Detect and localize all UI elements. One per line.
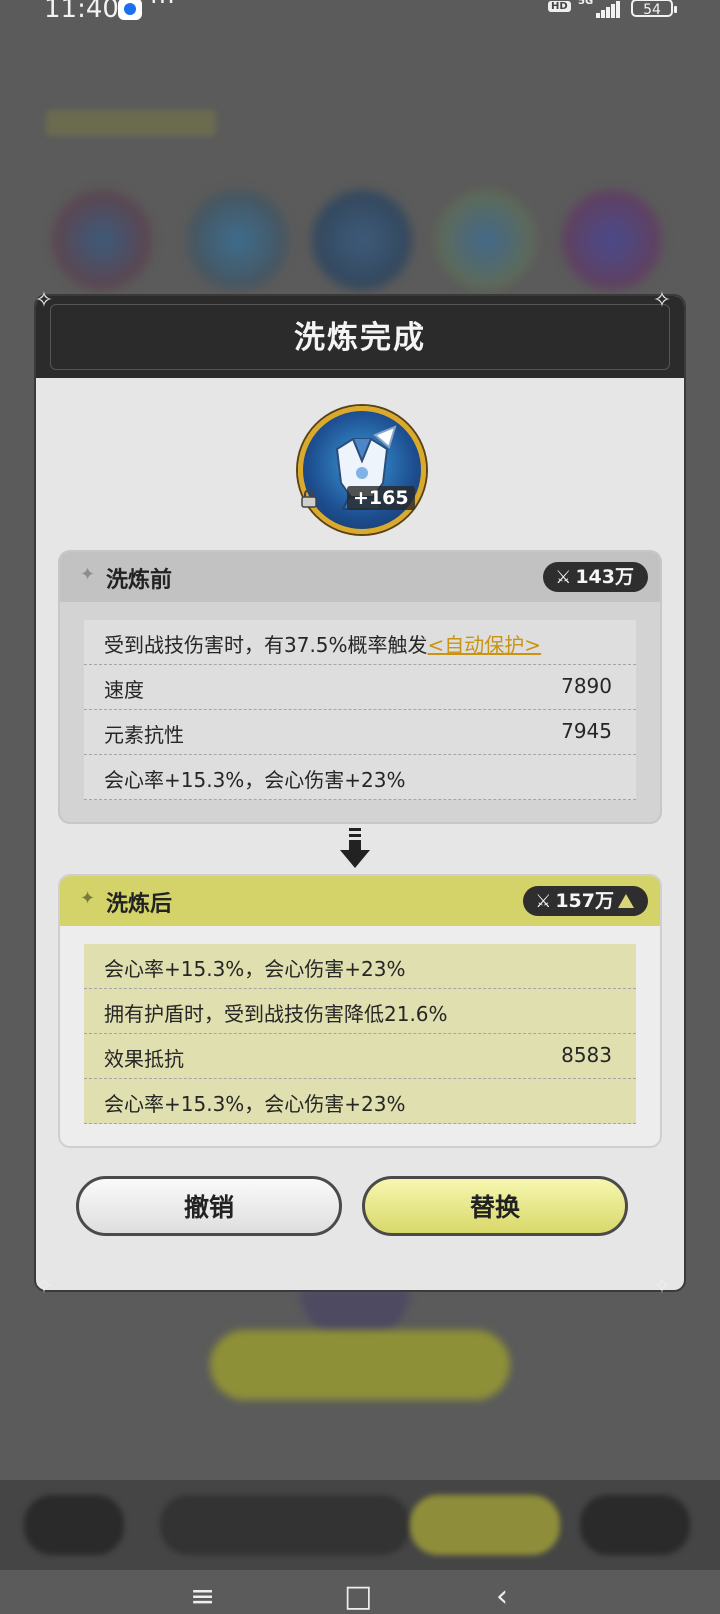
background-dock-3: [410, 1495, 560, 1555]
stat-value: 7890: [561, 674, 612, 698]
sparkle-icon: ✦: [80, 564, 96, 585]
lock-icon: [301, 489, 317, 508]
after-stats-list: 会心率+15.3%，会心伤害+23% 拥有护盾时，受到战技伤害降低21.6% 效…: [84, 944, 636, 1124]
stat-row: 会心率+15.3%，会心伤害+23%: [84, 755, 636, 800]
stat-row: 效果抵抗 8583: [84, 1034, 636, 1079]
stat-value: 8583: [561, 1043, 612, 1067]
stat-label: 受到战技伤害时，有37.5%概率触发<自动保护>: [104, 629, 541, 658]
stat-row: 会心率+15.3%，会心伤害+23%: [84, 1079, 636, 1124]
refine-result-dialog: 洗炼完成 +165 ✦ 洗炼前 ⚔ 143万 受到战技伤害时，有37.5%概率触发…: [36, 296, 684, 1290]
stat-label: 元素抗性: [104, 723, 184, 747]
background-hero-5: [562, 190, 662, 290]
power-up-arrow-icon: [618, 894, 634, 908]
status-time: 11:40: [44, 0, 119, 24]
back-icon[interactable]: ‹: [496, 1582, 508, 1612]
sparkle-icon: ✦: [80, 888, 96, 909]
battery-icon: 54: [631, 0, 677, 18]
stat-label: 会心率+15.3%，会心伤害+23%: [104, 1092, 406, 1116]
more-notifications-icon: ···: [150, 0, 176, 16]
after-header: ✦ 洗炼后 ⚔ 157万: [60, 876, 660, 926]
background-hero-1: [52, 190, 152, 290]
before-panel: ✦ 洗炼前 ⚔ 143万 受到战技伤害时，有37.5%概率触发<自动保护> 速度 …: [60, 552, 660, 822]
recent-apps-icon[interactable]: ≡: [190, 1582, 215, 1612]
before-title: 洗炼前: [106, 568, 173, 593]
stat-label: 速度: [104, 678, 144, 702]
after-panel: ✦ 洗炼后 ⚔ 157万 会心率+15.3%，会心伤害+23% 拥有护盾时，受到战…: [60, 876, 660, 1146]
status-bar: 11:40 ··· HD 5G 54: [0, 0, 720, 24]
home-icon[interactable]: □: [344, 1582, 372, 1612]
dialog-header: 洗炼完成: [36, 296, 684, 378]
equipment-icon[interactable]: [298, 406, 426, 534]
background-title: [46, 110, 216, 136]
stat-row: 速度 7890: [84, 665, 636, 710]
stat-value: 7945: [561, 719, 612, 743]
stat-row: 元素抗性 7945: [84, 710, 636, 755]
skill-link[interactable]: <自动保护>: [428, 633, 542, 657]
background-hero-2: [188, 190, 288, 290]
signal-icon: [596, 0, 620, 18]
background-hero-3: [312, 190, 412, 290]
stat-row: 受到战技伤害时，有37.5%概率触发<自动保护>: [84, 620, 636, 665]
background-hero-4: [436, 190, 536, 290]
down-arrow-icon: [340, 828, 370, 868]
crossed-swords-icon: ⚔: [555, 567, 572, 588]
after-power-value: 157万: [555, 890, 614, 912]
stat-text: 受到战技伤害时，有37.5%概率触发: [104, 633, 428, 657]
background-dock-1: [24, 1495, 124, 1555]
armor-icon: [335, 425, 397, 510]
stat-row: 拥有护盾时，受到战技伤害降低21.6%: [84, 989, 636, 1034]
system-nav-bar: ≡ □ ‹: [0, 1570, 720, 1612]
app-notification-icon: [118, 0, 142, 20]
before-header: ✦ 洗炼前 ⚔ 143万: [60, 552, 660, 602]
equipment-level: +165: [347, 486, 415, 510]
cancel-button[interactable]: 撤销: [76, 1176, 342, 1236]
after-title: 洗炼后: [106, 892, 173, 917]
background-dock-2: [160, 1495, 410, 1555]
stat-label: 效果抵抗: [104, 1047, 184, 1071]
stat-label: 拥有护盾时，受到战技伤害降低21.6%: [104, 1002, 448, 1026]
background-dock-4: [580, 1495, 690, 1555]
crossed-swords-icon: ⚔: [535, 891, 552, 912]
dialog-title: 洗炼完成: [294, 320, 426, 356]
corner-ornament-icon: ✧: [34, 1274, 54, 1299]
corner-ornament-icon: ✧: [652, 288, 672, 313]
after-power-badge: ⚔ 157万: [523, 886, 648, 916]
hd-icon: HD: [548, 1, 571, 12]
corner-ornament-icon: ✧: [652, 1274, 672, 1299]
before-power-badge: ⚔ 143万: [543, 562, 648, 592]
corner-ornament-icon: ✧: [34, 288, 54, 313]
network-type: 5G: [578, 0, 594, 7]
before-power-value: 143万: [575, 566, 634, 588]
replace-button[interactable]: 替换: [362, 1176, 628, 1236]
stat-label: 会心率+15.3%，会心伤害+23%: [104, 768, 406, 792]
background-button: [210, 1330, 510, 1400]
stat-label: 会心率+15.3%，会心伤害+23%: [104, 957, 406, 981]
before-stats-list: 受到战技伤害时，有37.5%概率触发<自动保护> 速度 7890 元素抗性 79…: [84, 620, 636, 800]
stat-row: 会心率+15.3%，会心伤害+23%: [84, 944, 636, 989]
